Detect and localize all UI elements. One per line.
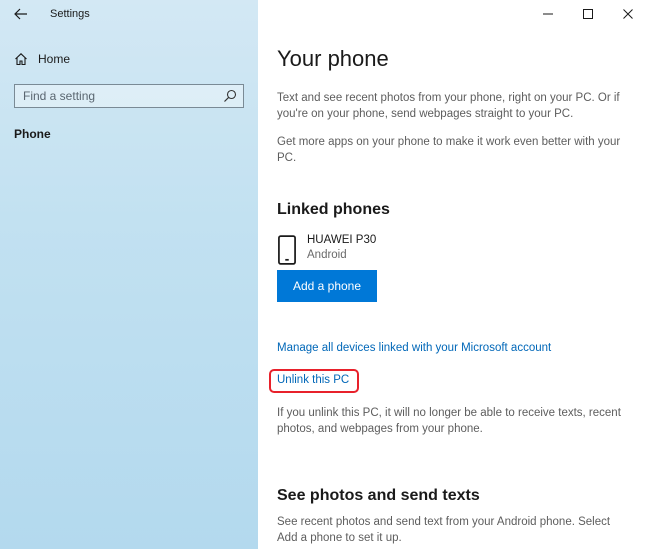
page-title: Your phone xyxy=(277,46,389,71)
manage-devices-link[interactable]: Manage all devices linked with your Micr… xyxy=(277,342,551,354)
device-name: HUAWEI P30 xyxy=(307,234,377,246)
close-icon xyxy=(623,9,633,19)
minimize-button[interactable] xyxy=(528,0,568,28)
unlink-description: If you unlink this PC, it will no longer… xyxy=(277,407,621,435)
maximize-button[interactable] xyxy=(568,0,608,28)
intro-description: Text and see recent photos from your pho… xyxy=(277,92,620,120)
app-title: Settings xyxy=(50,8,90,20)
close-button[interactable] xyxy=(608,0,648,28)
title-bar: Settings xyxy=(0,0,258,28)
add-phone-button[interactable]: Add a phone xyxy=(277,270,377,302)
linked-device: HUAWEI P30 Android xyxy=(277,233,376,265)
device-os: Android xyxy=(307,249,347,261)
maximize-icon xyxy=(583,9,593,19)
search-input[interactable] xyxy=(23,89,213,103)
search-icon[interactable] xyxy=(223,89,237,103)
phone-icon xyxy=(278,235,296,265)
home-icon xyxy=(15,53,27,66)
window-controls xyxy=(528,0,648,28)
sidebar: Settings Home Phone xyxy=(0,0,258,549)
photos-description: See recent photos and send text from you… xyxy=(277,516,611,544)
back-arrow-icon xyxy=(14,8,27,20)
apps-description: Get more apps on your phone to make it w… xyxy=(277,136,621,164)
back-button[interactable] xyxy=(10,4,32,24)
search-box[interactable] xyxy=(14,84,244,108)
home-label: Home xyxy=(38,52,71,66)
sidebar-item-phone[interactable]: Phone xyxy=(14,127,51,141)
photos-heading: See photos and send texts xyxy=(277,487,480,504)
device-info: HUAWEI P30 Android xyxy=(307,233,376,265)
linked-phones-heading: Linked phones xyxy=(277,201,390,218)
home-nav-item[interactable]: Home xyxy=(14,50,70,68)
minimize-icon xyxy=(543,13,553,15)
unlink-highlight-box xyxy=(269,369,359,393)
